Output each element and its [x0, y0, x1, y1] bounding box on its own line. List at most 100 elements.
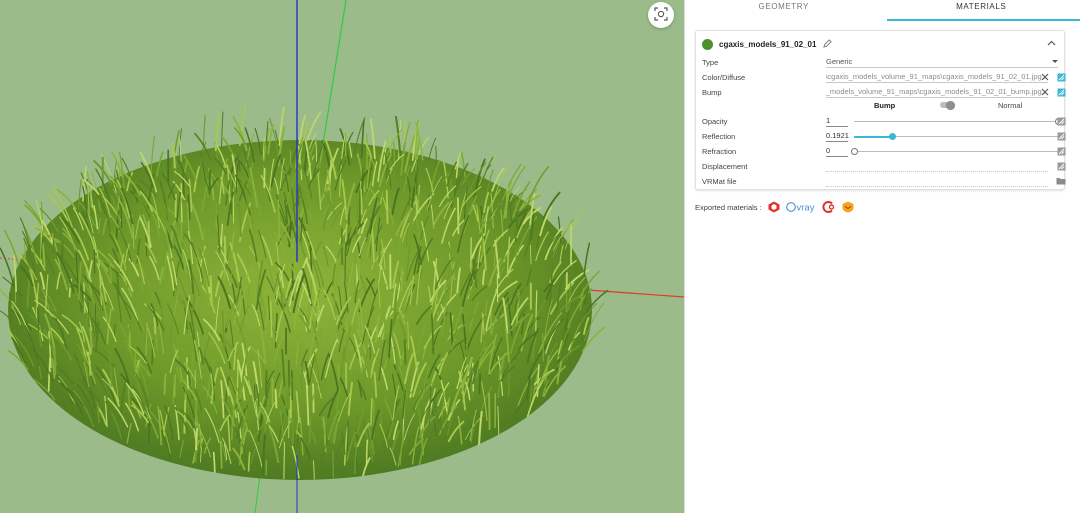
grass-blade [344, 223, 348, 242]
reflection-slider-knob[interactable] [889, 133, 897, 140]
3d-viewport[interactable] [0, 0, 684, 513]
grass-blade [53, 346, 57, 376]
grass-blade [173, 373, 176, 398]
type-label: Type [702, 58, 719, 67]
folder-icon[interactable] [1056, 176, 1066, 186]
vrmat-file-field[interactable] [826, 175, 1048, 187]
grass-blade [428, 137, 437, 162]
material-swatch [702, 38, 713, 50]
axis-green-top [321, 0, 347, 151]
grass-blade [526, 165, 550, 206]
type-value: Generic [826, 57, 853, 66]
grass-blade [195, 427, 199, 451]
texture-slot-icon[interactable] [1056, 146, 1066, 156]
row-vrmat-file: VRMat file [702, 175, 1066, 188]
grass-blade [208, 169, 212, 195]
row-displacement: Displacement [702, 160, 1066, 173]
vray-icon: vray [785, 201, 816, 214]
grass-blade [403, 339, 407, 365]
enscape-icon [842, 201, 854, 213]
grass-blade [378, 243, 382, 263]
grass-blade [400, 268, 404, 292]
grass-model [0, 104, 609, 480]
vrmat-file-label: VRMat file [702, 177, 737, 186]
refraction-input[interactable]: 0 [826, 145, 848, 157]
texture-slot-icon[interactable] [1056, 116, 1066, 126]
grass-blade [3, 230, 20, 266]
color-diffuse-label: Color/Diffuse [702, 73, 746, 82]
caret-down-icon [1052, 60, 1058, 63]
grass-blade [365, 439, 369, 467]
grass-blade [542, 191, 561, 220]
material-header[interactable]: cgaxis_models_91_02_01 [702, 37, 833, 51]
grass-blade [389, 133, 392, 154]
opacity-label: Opacity [702, 117, 728, 126]
grass-blade [415, 195, 418, 215]
clear-bump-icon[interactable] [1040, 87, 1050, 97]
grass-blade [265, 370, 268, 397]
vray-logo-text: vray [796, 203, 814, 214]
texture-slot-icon[interactable] [1056, 131, 1066, 141]
grass-blade [174, 193, 177, 218]
tab-bar: GEOMETRY MATERIALS [685, 0, 1080, 22]
properties-panel: GEOMETRY MATERIALS cgaxis_models_91_02_0… [684, 0, 1080, 513]
grass-blade [120, 205, 123, 229]
reflection-slider-fill [854, 135, 893, 138]
refraction-label: Refraction [702, 147, 737, 156]
row-opacity: Opacity 1 [702, 115, 1066, 128]
bump-path-field[interactable]: ...xis_models_volume_91_maps\cgaxis_mode… [826, 86, 1048, 98]
reflection-input[interactable]: 0.1921 [826, 130, 849, 142]
grass-blade [515, 211, 519, 233]
switch-knob [946, 100, 955, 110]
grass-blade [306, 111, 322, 141]
grass-blade [288, 409, 290, 439]
opacity-slider[interactable] [854, 118, 1062, 125]
color-diffuse-path-field[interactable]: ...ps\cgaxis_models_volume_91_maps\cgaxi… [826, 71, 1048, 83]
bump-mode-option[interactable]: Bump [874, 101, 895, 110]
grass-blade [19, 217, 32, 251]
tab-geometry[interactable]: GEOMETRY [685, 0, 883, 22]
refraction-slider[interactable] [850, 148, 1058, 155]
exported-materials-label: Exported materials : [695, 202, 762, 212]
texture-map-icon[interactable] [1056, 72, 1066, 82]
opacity-input[interactable]: 1 [826, 115, 848, 127]
chevron-up-icon[interactable] [1047, 39, 1056, 48]
corona-icon [822, 201, 836, 213]
clear-color-icon[interactable] [1040, 72, 1050, 82]
row-type: Type Generic [702, 56, 1066, 69]
texture-map-icon[interactable] [1056, 87, 1066, 97]
grass-blade [220, 111, 224, 149]
grass-blade [153, 317, 157, 335]
row-reflection: Reflection 0.1921 [702, 130, 1066, 143]
grass-blade [565, 208, 584, 249]
sketchup-icon [768, 201, 780, 213]
pencil-icon[interactable] [823, 38, 833, 50]
refraction-slider-knob[interactable] [850, 148, 858, 155]
grass-blade [274, 389, 278, 409]
grass-blade [478, 373, 481, 395]
row-refraction: Refraction 0 [702, 145, 1066, 158]
bump-normal-switch[interactable] [940, 100, 955, 110]
grass-blade [385, 189, 389, 225]
reflection-slider[interactable] [854, 133, 1058, 140]
scene-canvas[interactable] [0, 0, 684, 513]
type-select[interactable]: Generic [826, 56, 1058, 68]
row-bump-normal-toggle: Bump Normal [702, 100, 1066, 113]
recenter-view-button[interactable] [648, 2, 674, 28]
bump-label: Bump [702, 88, 722, 97]
row-color-diffuse: Color/Diffuse ...ps\cgaxis_models_volume… [702, 71, 1066, 84]
normal-mode-option[interactable]: Normal [998, 101, 1022, 110]
grass-blade [134, 352, 136, 370]
texture-slot-icon[interactable] [1056, 161, 1066, 171]
material-name: cgaxis_models_91_02_01 [719, 39, 817, 49]
grass-blade [415, 159, 419, 194]
grass-blade [209, 275, 213, 307]
displacement-field[interactable] [826, 160, 1048, 172]
focus-frame-icon [654, 7, 668, 23]
grass-blade [37, 307, 40, 332]
exported-materials: Exported materials : vray [695, 199, 860, 215]
grass-blade [541, 333, 545, 362]
grass-blade [488, 392, 491, 431]
displacement-label: Displacement [702, 162, 748, 171]
grass-blade [297, 187, 300, 207]
